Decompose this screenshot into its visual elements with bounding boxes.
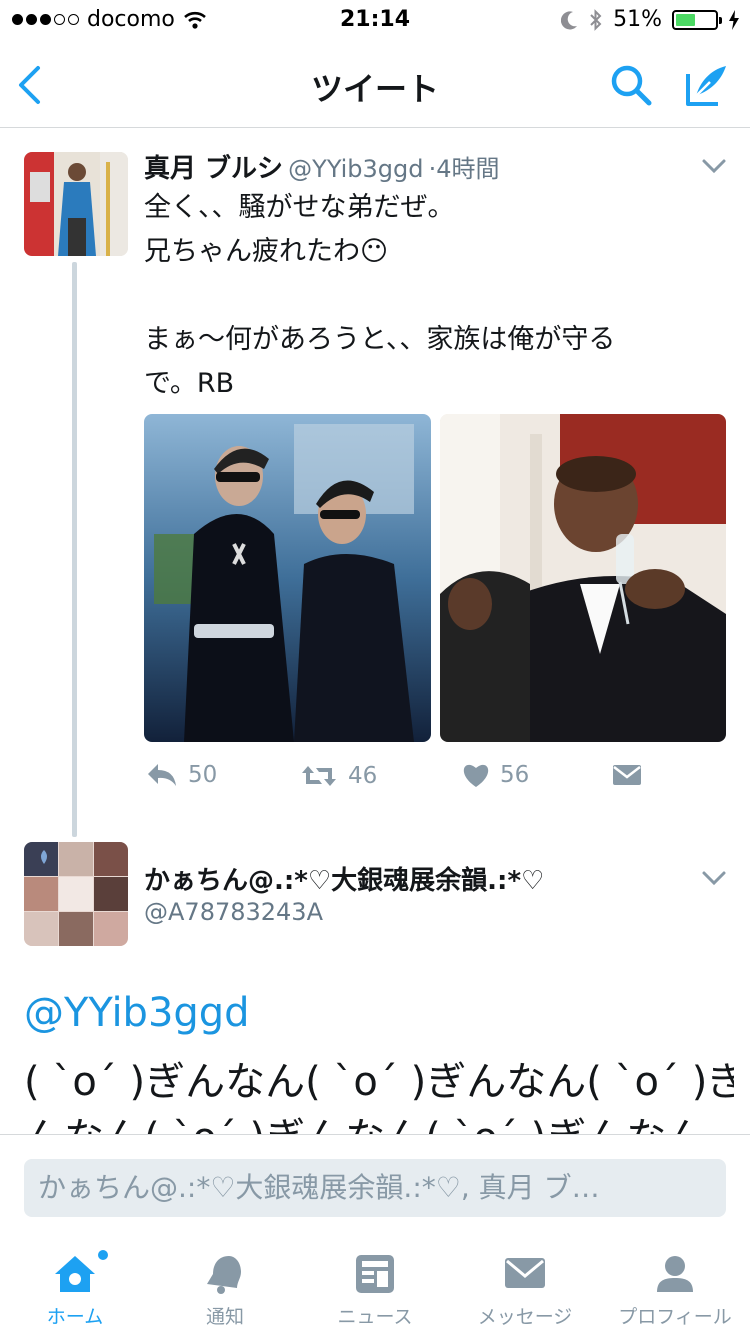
compose-icon [686,66,726,106]
avatar-photo [24,152,128,256]
tab-label: ホーム [46,1306,104,1328]
tweet-header: 真月 ブルシ @YYib3ggd ·4時間 [144,148,704,185]
news-icon [356,1255,394,1293]
tab-label: ニュース [337,1306,413,1328]
battery-fill [676,13,696,26]
reply-composer-bar: かぁちん@.:*♡大銀魂展余韻.:*♡, 真月 ブ… [0,1134,750,1240]
bluetooth-icon [590,8,602,31]
reply-author-avatar[interactable] [24,842,128,946]
tab-home[interactable]: ホーム [0,1240,150,1334]
tweet-author-name[interactable]: 真月 ブルシ [144,154,283,184]
envelope-icon [613,765,641,785]
like-button[interactable]: 56 [462,762,529,788]
tab-messages[interactable]: メッセージ [450,1240,600,1334]
tweet-actions: 50 46 56 [144,762,714,802]
nav-bar: ツイート [0,40,750,128]
tweet-text-line [144,274,714,318]
reply-author-handle[interactable]: @A78783243A [144,898,323,926]
tweet-author-avatar[interactable] [24,152,128,256]
bell-icon [207,1256,241,1294]
new-content-dot [96,1248,110,1262]
moon-icon [561,10,578,29]
reply-text-line: ( `o´ )ぎんなん( `o´ )ぎんなん( `o´ )ぎ [24,1059,734,1105]
tab-notifications[interactable]: 通知 [150,1240,300,1334]
search-button[interactable] [604,58,658,112]
home-icon [55,1256,95,1292]
charging-icon [729,9,739,30]
like-count: 56 [500,762,530,788]
tweet-text-line: 兄ちゃん疲れたわ😶 [144,236,389,267]
reply-menu-button[interactable] [700,864,728,892]
search-icon [611,65,652,106]
reply-icon [148,764,176,786]
retweet-count: 46 [348,763,378,789]
reply-count: 50 [188,762,218,788]
thread-connector-line [72,262,77,837]
person-icon [657,1256,693,1292]
reply-author-name[interactable]: かぁちん@.:*♡大銀魂展余韻.:*♡ [144,860,664,897]
retweet-button[interactable]: 46 [300,762,377,790]
tweet-text-line: 全く、、騒がせな弟だぜ。 [144,192,455,223]
retweet-icon [302,766,336,786]
tab-label: プロフィール [618,1306,732,1328]
heart-icon [463,764,489,787]
compose-tweet-button[interactable] [680,58,734,112]
reply-button[interactable]: 50 [146,762,217,788]
reply-input[interactable]: かぁちん@.:*♡大銀魂展余韻.:*♡, 真月 ブ… [24,1159,726,1217]
tweet-text-line: まぁ〜何があろうと、、家族は俺が守る [144,324,616,355]
tweet-author-handle[interactable]: @YYib3ggd [288,155,423,183]
tweet-text-line: で。RB [144,368,235,399]
battery-icon [672,9,722,30]
reply-mention-link[interactable]: @YYib3ggd [24,990,250,1036]
tab-profile[interactable]: プロフィール [600,1240,750,1334]
chevron-down-icon [702,159,726,174]
tweet-photo-1[interactable] [144,414,431,742]
tweet-text: 全く、、騒がせな弟だぜ。 兄ちゃん疲れたわ😶 まぁ〜何があろうと、、家族は俺が守… [144,186,714,406]
reply-text-line: んなん( `o´ )ぎんなん( `o´ )ぎんなん [24,1110,734,1134]
reply-text: ( `o´ )ぎんなん( `o´ )ぎんなん( `o´ )ぎ んなん( `o´ … [24,1054,734,1134]
tweet-photo-2[interactable] [440,414,726,742]
chevron-down-icon [702,871,726,886]
avatar-collage [24,842,128,946]
direct-message-button[interactable] [612,762,642,786]
envelope-icon [505,1258,545,1288]
tweet-menu-button[interactable] [700,152,728,180]
status-right: 51% [561,7,740,32]
tab-bar: ホーム 通知 ニュース メッセージ プロフィール [0,1240,750,1334]
photo-men-in-tuxedos [440,414,726,742]
tab-news[interactable]: ニュース [300,1240,450,1334]
tab-label: 通知 [205,1306,244,1328]
tab-label: メッセージ [477,1306,573,1328]
photo-two-men-sunglasses [144,414,431,742]
status-bar: docomo 21:14 51% [0,0,750,40]
battery-percent: 51% [613,7,662,32]
tweet-timestamp: 4時間 [436,155,500,183]
